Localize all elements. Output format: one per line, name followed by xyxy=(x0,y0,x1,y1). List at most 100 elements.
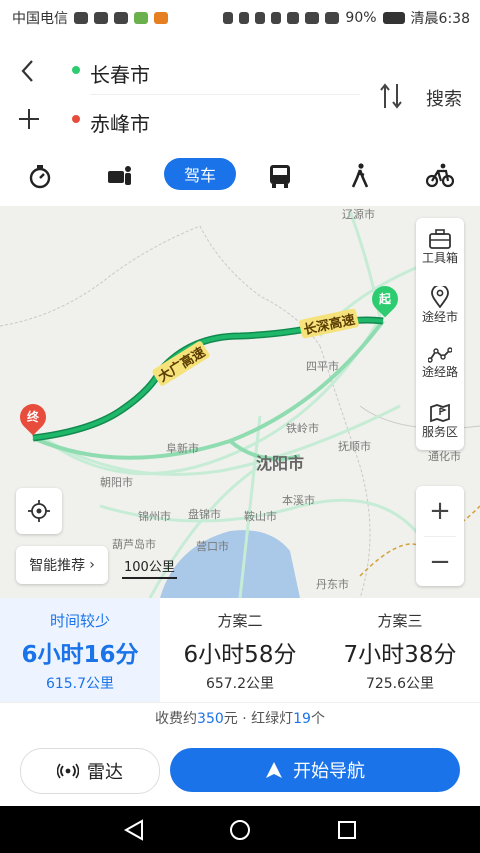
place-label: 通化市 xyxy=(428,450,461,463)
plan-time: 6小时16分 xyxy=(21,642,139,668)
plan-option-3[interactable]: 方案三 7小时38分 725.6公里 xyxy=(320,598,480,702)
toll-prefix: 收费约 xyxy=(155,711,198,727)
plan-distance: 657.2公里 xyxy=(205,676,275,692)
gps-icon xyxy=(223,12,234,24)
search-button[interactable]: 搜索 xyxy=(426,85,462,111)
briefcase-icon xyxy=(94,12,108,24)
map-canvas xyxy=(0,210,480,598)
plan-distance: 725.6公里 xyxy=(365,676,435,692)
add-waypoint-button[interactable] xyxy=(18,104,40,137)
app-icon-2 xyxy=(154,12,168,24)
plan-time: 6小时58分 xyxy=(183,642,297,668)
origin-field[interactable]: 长春市 xyxy=(90,59,150,88)
toll-mid: 元 · 红绿灯 xyxy=(223,711,294,727)
zoom-in-button[interactable]: + xyxy=(416,486,464,536)
radar-button[interactable]: 雷达 xyxy=(20,748,160,794)
plan-tag: 时间较少 xyxy=(49,612,110,630)
plan-distance: 615.7公里 xyxy=(45,676,115,692)
toolbox-icon xyxy=(429,228,451,249)
wifi-icon xyxy=(305,12,320,24)
eye-icon xyxy=(287,12,300,24)
tab-taxi[interactable] xyxy=(100,160,140,192)
bluetooth-icon xyxy=(239,12,250,24)
toll-amount: 350 xyxy=(197,711,224,727)
back-triangle-icon[interactable] xyxy=(122,818,146,842)
field-divider xyxy=(90,94,360,95)
place-label: 鞍山市 xyxy=(244,510,277,523)
place-label: 四平市 xyxy=(306,360,339,373)
tab-walk[interactable] xyxy=(340,160,380,192)
swap-icon xyxy=(380,83,402,109)
navigation-arrow-icon xyxy=(266,762,282,778)
clock: 清晨6:38 xyxy=(410,11,470,27)
smart-recommend-button[interactable]: 智能推荐 › xyxy=(16,546,108,584)
map-view[interactable]: 长深高速 大广高速 沈阳市 四平市 铁岭市 阜新市 朝阳市 锦州市 盘锦市 鞍山… xyxy=(0,206,480,598)
destination-field[interactable]: 赤峰市 xyxy=(90,108,150,137)
home-circle-icon[interactable] xyxy=(228,818,252,842)
plan-time: 7小时38分 xyxy=(343,642,457,668)
start-navigation-button[interactable]: 开始导航 xyxy=(170,748,460,792)
locate-button[interactable] xyxy=(16,488,62,534)
toolbox-label: 工具箱 xyxy=(421,250,458,265)
via-city-label: 途经市 xyxy=(421,309,458,324)
walking-icon xyxy=(351,163,369,188)
via-city-button[interactable]: 途经市 xyxy=(416,276,464,334)
service-area-button[interactable]: 服务区 xyxy=(416,392,464,450)
traffic-light-count: 19 xyxy=(293,711,311,727)
message-icon xyxy=(114,12,128,24)
smart-recommend-label: 智能推荐 xyxy=(29,558,86,574)
battery-level: 90% xyxy=(345,10,377,26)
place-label: 营口市 xyxy=(196,540,229,553)
place-label: 阜新市 xyxy=(166,442,199,455)
tab-drive[interactable]: 驾车 xyxy=(164,158,236,190)
place-label: 锦州市 xyxy=(138,510,171,523)
recents-square-icon[interactable] xyxy=(335,818,359,842)
taxi-person-icon xyxy=(108,166,131,185)
zoom-controls: + − xyxy=(416,486,464,586)
crosshair-icon xyxy=(28,500,50,522)
carrier-label: 中国电信 xyxy=(12,11,68,27)
plan-option-1[interactable]: 时间较少 6小时16分 615.7公里 xyxy=(0,598,160,702)
signal-icon xyxy=(325,12,340,24)
toll-info: 收费约350元 · 红绿灯19个 xyxy=(0,708,480,728)
location-icon xyxy=(74,12,88,24)
toll-suffix: 个 xyxy=(310,711,325,727)
place-label: 朝阳市 xyxy=(100,476,133,489)
place-label: 丹东市 xyxy=(316,578,349,591)
plan-tag: 方案二 xyxy=(217,612,263,630)
location-pin-icon xyxy=(431,285,449,308)
place-label: 本溪市 xyxy=(282,494,315,507)
tab-timer[interactable] xyxy=(20,160,60,192)
start-marker-label: 起 xyxy=(378,292,391,306)
tab-bike[interactable] xyxy=(420,160,460,192)
zoom-out-button[interactable]: − xyxy=(416,537,464,587)
city-label-main: 沈阳市 xyxy=(256,454,305,473)
chevron-right-icon: › xyxy=(89,557,95,573)
plan-option-2[interactable]: 方案二 6小时58分 657.2公里 xyxy=(160,598,320,702)
via-road-label: 途经路 xyxy=(421,364,458,379)
radar-label: 雷达 xyxy=(87,762,123,783)
swap-button[interactable] xyxy=(378,82,404,116)
map-scale: 100公里 xyxy=(122,556,177,579)
bicycle-icon xyxy=(426,163,454,188)
status-bar: 中国电信 90% 清晨6:38 xyxy=(0,0,480,34)
origin-dot xyxy=(72,66,80,74)
back-button[interactable] xyxy=(18,58,38,91)
tab-bus[interactable] xyxy=(260,160,300,192)
app-icon xyxy=(134,12,148,24)
destination-dot xyxy=(72,115,80,123)
radar-icon xyxy=(57,763,79,779)
vibrate-icon xyxy=(271,12,282,24)
plan-tag: 方案三 xyxy=(377,612,423,630)
place-label: 葫芦岛市 xyxy=(112,538,156,551)
place-label: 抚顺市 xyxy=(338,440,371,453)
bus-icon xyxy=(270,165,290,188)
start-navigation-label: 开始导航 xyxy=(293,761,365,782)
map-tools-panel: 工具箱 途经市 途经路 服务区 xyxy=(416,218,464,450)
system-nav-bar xyxy=(0,806,480,853)
chevron-left-icon xyxy=(21,60,33,82)
via-road-button[interactable]: 途经路 xyxy=(416,334,464,392)
plans-divider xyxy=(0,702,480,703)
toolbox-button[interactable]: 工具箱 xyxy=(416,218,464,276)
end-marker-label: 终 xyxy=(26,410,39,424)
